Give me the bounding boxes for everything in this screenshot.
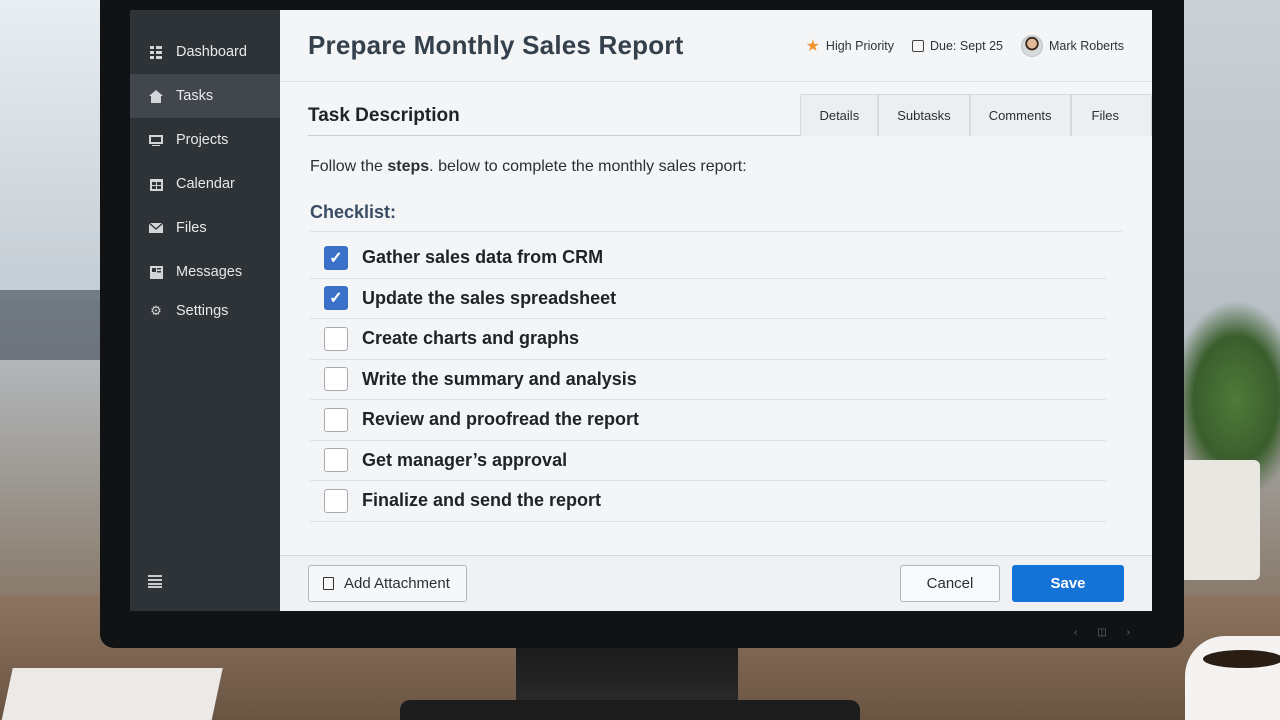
background-papers [0, 668, 223, 720]
task-header: Prepare Monthly Sales Report ★ High Prio… [280, 10, 1152, 82]
monitor-stand [516, 646, 738, 706]
tab-list: Details Subtasks Comments Files [800, 94, 1152, 136]
tab-comments[interactable]: Comments [969, 94, 1071, 136]
checklist-item-label: Create charts and graphs [362, 328, 580, 349]
app-window: Dashboard Tasks Projects Calendar Files … [130, 10, 1152, 611]
save-button[interactable]: Save [1012, 565, 1124, 602]
tab-files[interactable]: Files [1070, 94, 1152, 136]
sidebar-item-tasks[interactable]: Tasks [130, 74, 280, 118]
checklist-item[interactable]: Write the summary and analysis [310, 360, 1106, 400]
projects-icon [148, 132, 164, 148]
home-icon [148, 88, 164, 104]
checklist: ✓ Gather sales data from CRM ✓ Update the s… [310, 238, 1122, 522]
checklist-item[interactable]: ✓ Gather sales data from CRM [310, 238, 1106, 279]
star-icon: ★ [805, 37, 820, 55]
background-shelf [0, 290, 100, 360]
calendar-icon [148, 176, 164, 192]
task-intro: Follow the steps. below to complete the … [310, 158, 1122, 176]
checklist-item-label: Finalize and send the report [362, 490, 602, 511]
page-title: Prepare Monthly Sales Report [308, 30, 684, 60]
checklist-item[interactable]: Review and proofread the report [310, 400, 1106, 441]
sidebar-item-messages[interactable]: Messages [130, 250, 280, 294]
mail-icon [148, 220, 164, 236]
sidebar-item-label: Calendar [176, 176, 235, 192]
tab-details[interactable]: Details [800, 94, 879, 136]
checkbox[interactable]: ✓ [324, 245, 348, 270]
dashboard-icon [148, 44, 164, 60]
monitor-menu-icon[interactable]: ◫ [1097, 627, 1106, 638]
intro-emphasis: steps [387, 158, 430, 175]
sidebar: Dashboard Tasks Projects Calendar Files … [130, 10, 280, 611]
sidebar-item-calendar[interactable]: Calendar [130, 162, 280, 206]
monitor-controls: ‹ ◫ › [1074, 627, 1130, 638]
sidebar-item-files[interactable]: Files [130, 206, 280, 250]
checklist-item[interactable]: Get manager’s approval [310, 441, 1106, 481]
checkbox[interactable] [324, 367, 348, 392]
checklist-item-label: Gather sales data from CRM [362, 247, 604, 268]
checklist-item-label: Review and proofread the report [362, 409, 640, 430]
task-meta: ★ High Priority Due: Sept 25 Mark Robert… [806, 34, 1124, 57]
checkbox[interactable] [324, 407, 348, 432]
section-title: Task Description [308, 105, 460, 126]
checklist-item[interactable]: ✓ Update the sales spreadsheet [310, 279, 1106, 319]
main-panel: Prepare Monthly Sales Report ★ High Prio… [280, 10, 1152, 611]
checklist-item[interactable]: Create charts and graphs [310, 319, 1106, 360]
action-footer: Add Attachment Cancel Save [280, 555, 1152, 611]
due-label: Due: Sept 25 [930, 38, 1003, 53]
due-date[interactable]: Due: Sept 25 [912, 39, 1003, 53]
checklist-item-label: Update the sales spreadsheet [362, 287, 617, 308]
assignee-name: Mark Roberts [1048, 38, 1124, 53]
gear-icon: ⚙ [150, 303, 162, 318]
cancel-button[interactable]: Cancel [900, 565, 1000, 602]
sidebar-item-projects[interactable]: Projects [130, 118, 280, 162]
add-attachment-button[interactable]: Add Attachment [308, 565, 467, 602]
checklist-item[interactable]: Finalize and send the report [310, 481, 1106, 522]
sidebar-item-label: Messages [176, 264, 243, 280]
sidebar-item-label: Tasks [176, 88, 214, 104]
sidebar-item-label: Settings [176, 303, 229, 319]
sidebar-item-settings[interactable]: ⚙ Settings [130, 294, 280, 328]
checkbox[interactable] [324, 326, 348, 351]
sidebar-item-label: Projects [176, 132, 229, 148]
priority-label: High Priority [825, 38, 894, 53]
tab-subtasks[interactable]: Subtasks [878, 94, 970, 136]
checklist-item-label: Write the summary and analysis [362, 368, 637, 389]
assignee[interactable]: Mark Roberts [1020, 34, 1124, 57]
background-pot [1180, 460, 1260, 580]
task-content: Follow the steps. below to complete the … [280, 130, 1152, 522]
checklist-title: Checklist: [310, 202, 1122, 232]
sidebar-item-label: Dashboard [176, 44, 247, 60]
sidebar-item-label: Files [176, 220, 207, 236]
background-mug [1185, 636, 1280, 720]
monitor: Dashboard Tasks Projects Calendar Files … [100, 0, 1184, 648]
attachment-icon [323, 577, 334, 590]
monitor-back-icon[interactable]: ‹ [1074, 627, 1077, 638]
add-attachment-label: Add Attachment [344, 575, 450, 592]
avatar [1020, 34, 1043, 57]
sidebar-item-dashboard[interactable]: Dashboard [130, 30, 280, 74]
checkbox[interactable] [324, 488, 348, 513]
messages-icon [148, 264, 164, 280]
priority-badge[interactable]: ★ High Priority [806, 36, 894, 56]
monitor-base [400, 700, 860, 720]
monitor-forward-icon[interactable]: › [1127, 627, 1130, 638]
background-window [0, 0, 110, 300]
menu-icon[interactable] [148, 575, 162, 591]
intro-prefix: Follow the [310, 158, 383, 175]
section-tabbar: Task Description Details Subtasks Commen… [308, 88, 1152, 136]
checkbox[interactable]: ✓ [324, 286, 348, 311]
checklist-item-label: Get manager’s approval [362, 449, 568, 470]
intro-suffix: . below to complete the monthly sales re… [429, 158, 747, 175]
calendar-icon [912, 39, 924, 52]
checkbox[interactable] [324, 448, 348, 473]
